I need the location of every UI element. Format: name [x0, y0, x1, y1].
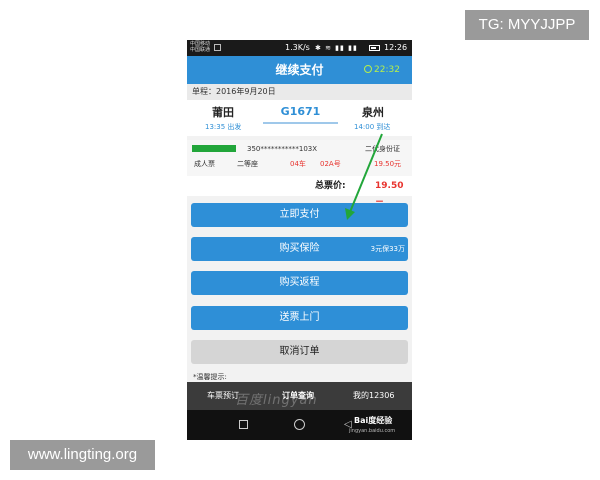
arrow-shaft: [349, 133, 383, 213]
phone-screen: 中国移动 中国联通 1.3K/s ✱ ≋ ▮▮ ▮▮ 12:26 继续支付 22…: [187, 40, 412, 440]
arrow-annotation: [345, 133, 383, 220]
site-watermark: www.lingting.org: [10, 440, 155, 470]
tg-watermark: TG: MYYJJPP: [465, 10, 589, 40]
